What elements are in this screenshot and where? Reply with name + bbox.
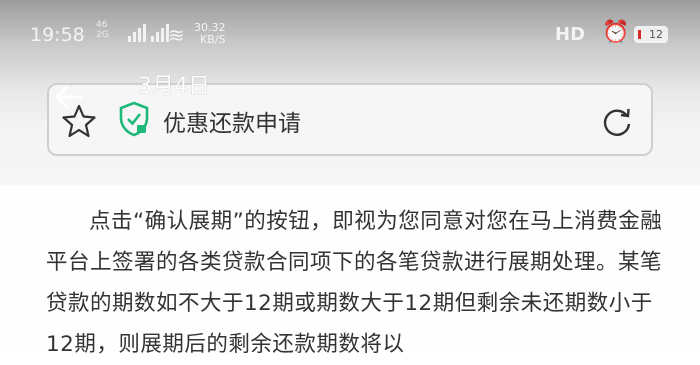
hd-icon: HD [555, 24, 586, 45]
battery-fill [638, 30, 641, 39]
reload-icon[interactable] [600, 105, 634, 139]
date-overlay: 3月4日 [138, 74, 210, 99]
signal-icon [128, 24, 169, 42]
back-arrow-icon[interactable] [52, 80, 86, 114]
battery-level: 12 [649, 28, 663, 41]
wifi-icon: ≋ [168, 23, 185, 47]
agreement-paragraph: 点击“确认展期”的按钮，即视为您同意对您在马上消费金融平台上签署的各类贷款合同项… [46, 209, 663, 357]
speed-unit: KB/S [200, 33, 226, 46]
battery-icon: 12 [634, 26, 668, 43]
network-type-bottom: 2G [96, 30, 109, 40]
network-type-top: 46 [96, 20, 108, 30]
network-speed: 30.32 KB/S [194, 22, 226, 46]
page-content: 点击“确认展期”的按钮，即视为您同意对您在马上消费金融平台上签署的各类贷款合同项… [0, 185, 700, 357]
alarm-icon: ⏰ [602, 20, 630, 45]
status-time: 19:58 [30, 24, 85, 46]
status-bar: 19:58 46 2G ≋ 30.32 KB/S HD ⏰ 12 [0, 14, 700, 54]
header-background: 19:58 46 2G ≋ 30.32 KB/S HD ⏰ 12 优惠还款申请 … [0, 0, 700, 185]
network-type: 46 2G [96, 20, 109, 40]
page-title: 优惠还款申请 [163, 111, 301, 137]
secure-shield-icon [119, 101, 149, 137]
